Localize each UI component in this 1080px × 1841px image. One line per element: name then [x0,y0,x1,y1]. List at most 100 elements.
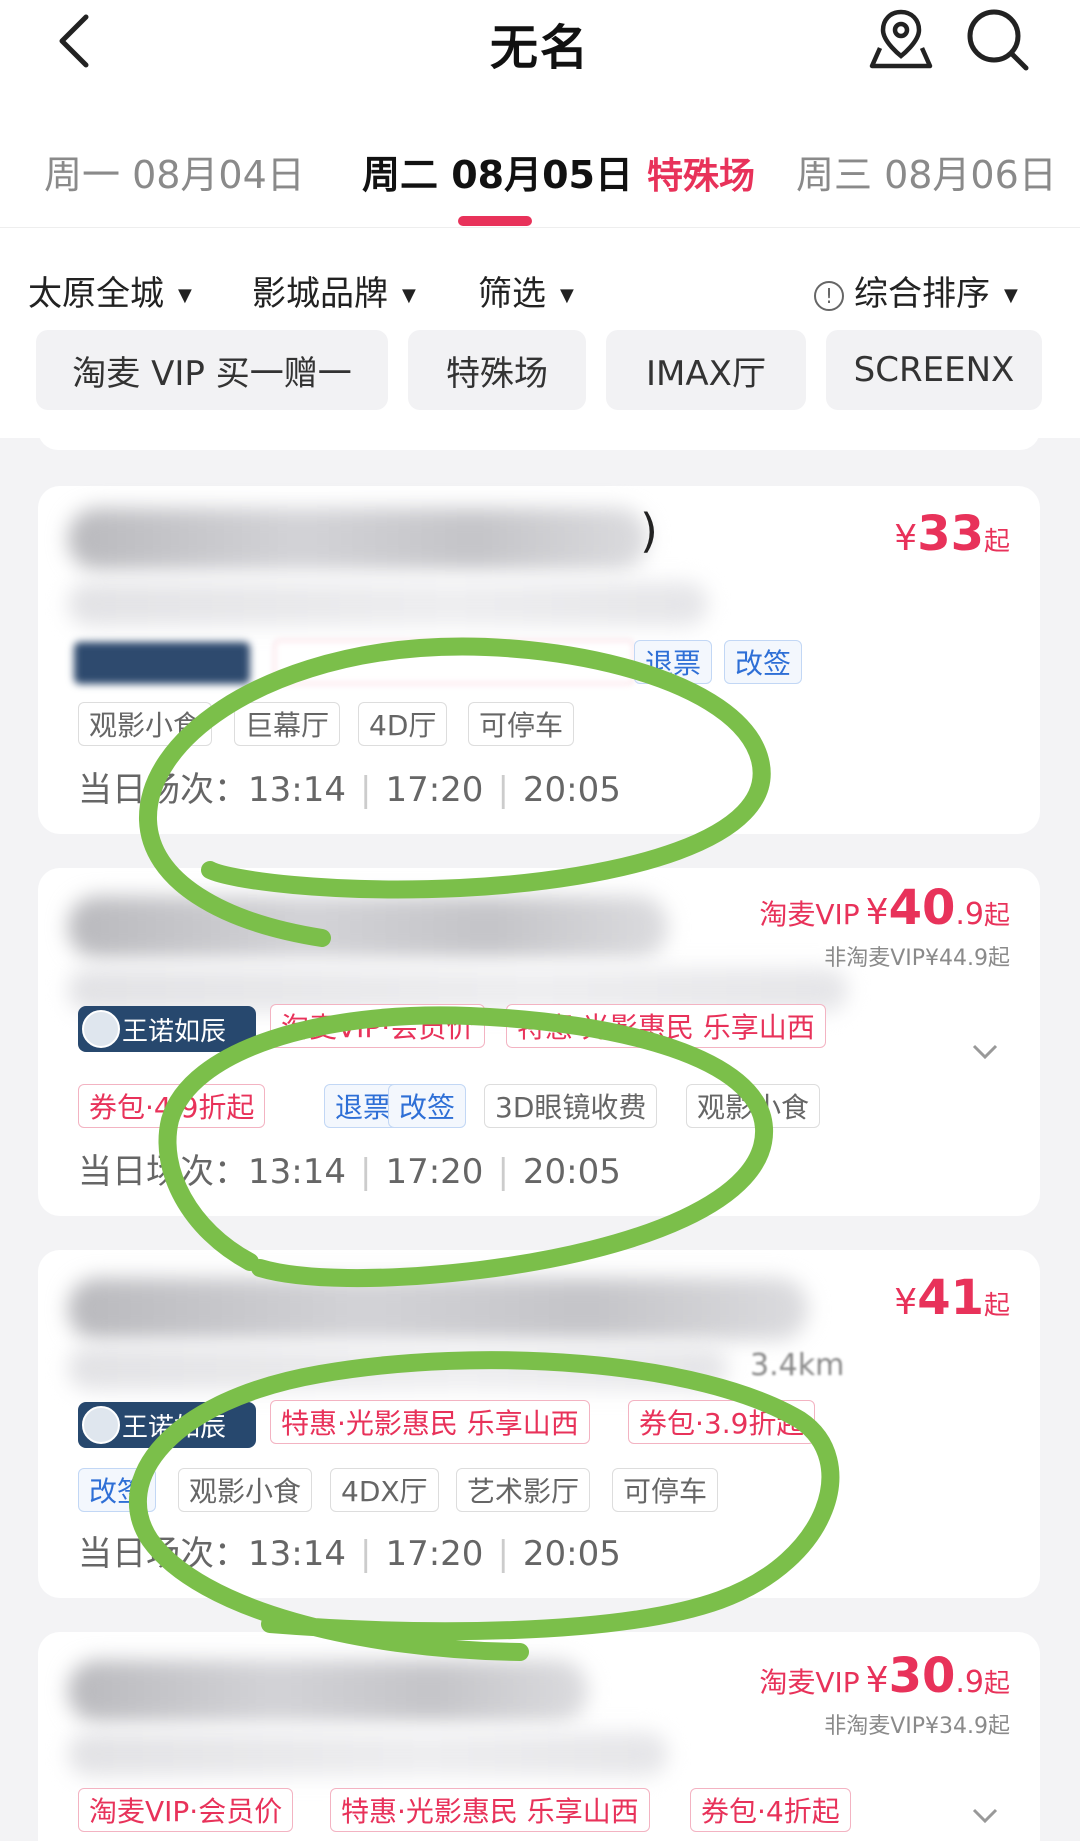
search-button[interactable] [962,4,1032,74]
price-label: 淘麦VIP ¥30.9起 [759,1648,1010,1704]
feature-tag: 可停车 [468,702,575,746]
active-tab-indicator [458,216,532,226]
cinema-name-tail: ) [640,504,658,558]
cinema-card[interactable]: 3.4km ¥41起 王诺如辰 特惠·光影惠民 乐享山西 券包·3.9折起 改签… [38,1250,1040,1598]
promo-tag: 特惠·光影惠民 乐享山西 [506,1004,826,1048]
coupon-tag: 券包·3.9折起 [628,1400,816,1444]
cinema-name-redacted [68,1278,808,1340]
feature-tag: 观影小食 [686,1084,821,1128]
filter-dropdown[interactable]: 筛选 ▼ [478,266,574,315]
reschedule-tag: 改签 [388,1084,467,1128]
showtime: 20:05 [522,1152,621,1192]
promo-tag: 特惠·光影惠民 乐享山西 [270,1400,590,1444]
showtime: 17:20 [385,1534,484,1574]
feature-tag: 艺术影厅 [456,1468,591,1512]
sort-label: 综合排序 [854,274,990,314]
badge-label: 王诺如辰 [122,1016,227,1047]
feature-tag: 巨幕厅 [234,702,341,746]
date-tab-wed[interactable]: 周三 08月06日 [796,144,1057,199]
city-label: 太原全城 [28,274,164,314]
price-label: ¥33起 [894,506,1010,562]
date-tab-label: 周三 08月06日 [796,153,1057,197]
chip-label: IMAX厅 [646,353,766,394]
reschedule-tag: 改签 [78,1468,157,1512]
feature-tag: 观影小食 [178,1468,313,1512]
price-currency: ¥ [865,892,889,933]
cinema-card[interactable]: ) ¥33起 退票 改签 观影小食 巨幕厅 4D厅 可停车 当日场次：13:14… [38,486,1040,834]
caret-down-icon: ▼ [402,285,416,306]
price-decimal: .9 [955,1665,984,1700]
feature-tag: 3D眼镜收费 [484,1084,658,1128]
city-dropdown[interactable]: 太原全城 ▼ [28,266,192,315]
brand-dropdown[interactable]: 影城品牌 ▼ [252,266,416,315]
date-tab-label: 周一 08月04日 [44,153,305,197]
price-amount: 41 [917,1270,984,1326]
showtimes-row: 当日场次：13:14 | 17:20 | 20:05 [78,770,621,810]
price-suffix: 起 [983,1669,1010,1699]
brand-badge: 王诺如辰 [78,1402,256,1448]
reschedule-tag: 改签 [724,640,803,684]
date-tab-tue[interactable]: 周二 08月05日 特殊场 [362,144,755,199]
avatar [82,1010,120,1048]
showtime: 20:05 [522,1534,621,1574]
non-vip-price: 非淘麦VIP¥44.9起 [824,946,1010,971]
brand-badge: 王诺如辰 [78,1006,256,1052]
search-icon [967,9,1029,71]
promo-tag: 淘麦VIP·会员价 [270,1004,486,1048]
date-tab-mon[interactable]: 周一 08月04日 [44,144,305,199]
chip-label: 特殊场 [446,353,548,394]
map-pin-icon [869,9,933,69]
showtimes-label: 当日场次： [78,1534,248,1574]
showtime: 20:05 [522,770,621,810]
feature-tag: 可停车 [612,1468,719,1512]
showtime: 17:20 [385,770,484,810]
showtimes-label: 当日场次： [78,770,248,810]
vip-label: 淘麦VIP [759,1666,860,1699]
cinema-card[interactable]: 淘麦VIP ¥30.9起 非淘麦VIP¥34.9起 淘麦VIP·会员价 特惠·光影… [38,1632,1040,1841]
chip-screenx[interactable]: SCREENX [826,330,1042,410]
avatar [82,1406,120,1444]
price-suffix: 起 [983,901,1010,931]
cinema-name-redacted [68,896,668,958]
price-currency: ¥ [894,518,918,559]
cinema-name-redacted [68,1660,588,1722]
info-icon: ! [814,280,844,311]
chevron-down-icon[interactable] [970,1800,1000,1830]
promo-tag: 淘麦VIP·会员价 [78,1788,294,1832]
showtimes-row: 当日场次：13:14 | 17:20 | 20:05 [78,1534,621,1574]
feature-tag: 4D厅 [358,702,448,746]
price-amount: 30 [888,1648,956,1704]
showtime: 17:20 [385,1152,484,1192]
cinema-card[interactable]: 淘麦VIP ¥40.9起 非淘麦VIP¥44.9起 王诺如辰 淘麦VIP·会员价 … [38,868,1040,1216]
showtimes-row: 当日场次：13:14 | 17:20 | 20:05 [78,1152,621,1192]
previous-card-edge [38,420,1040,450]
coupon-tag: 券包·4折起 [690,1788,851,1832]
promo-tag: 特惠·光影惠民 乐享山西 [330,1788,650,1832]
chip-imax[interactable]: IMAX厅 [606,330,806,410]
promo-tag-redacted [274,640,634,684]
sort-dropdown[interactable]: ! 综合排序 ▼ [814,266,1018,315]
chip-vip-bogo[interactable]: 淘麦 VIP 买一赠一 [36,330,388,410]
cinema-address-redacted [68,1732,668,1776]
chip-special[interactable]: 特殊场 [408,330,586,410]
map-button[interactable] [866,4,936,74]
price-decimal: .9 [955,897,984,932]
caret-down-icon: ▼ [560,285,574,306]
filter-label: 筛选 [478,274,546,314]
price-currency: ¥ [894,1282,918,1323]
badge-label: 王诺如辰 [122,1412,227,1443]
nav-bar: 无名 [0,0,1080,110]
price-suffix: 起 [983,527,1010,557]
vip-label: 淘麦VIP [759,898,860,931]
special-screening-label: 特殊场 [647,156,756,197]
chip-label: 淘麦 VIP 买一赠一 [72,353,352,394]
price-currency: ¥ [865,1660,889,1701]
price-amount: 40 [888,880,956,936]
caret-down-icon: ▼ [1004,285,1018,306]
price-label: ¥41起 [894,1270,1010,1326]
coupon-tag: 券包·4.9折起 [78,1084,266,1128]
cinema-address-redacted [68,1346,728,1390]
cinema-address-redacted [68,582,708,626]
chevron-down-icon[interactable] [970,1036,1000,1066]
brand-badge-redacted [74,642,250,684]
